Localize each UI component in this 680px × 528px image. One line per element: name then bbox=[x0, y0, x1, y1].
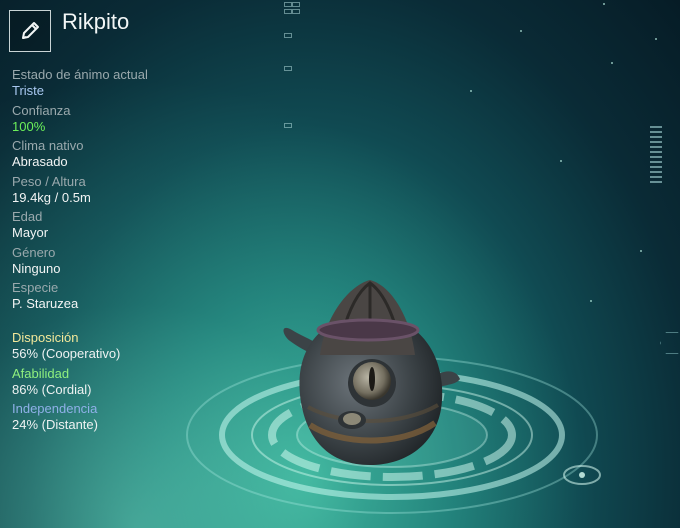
stat-label: Peso / Altura bbox=[12, 173, 86, 189]
stat-label: Estado de ánimo actual bbox=[12, 67, 148, 82]
stat-value: 100% bbox=[12, 118, 46, 134]
creature-traits: Disposición 56% (Cooperativo) Afabilidad… bbox=[12, 330, 242, 437]
trait-value: 24% (Distante) bbox=[12, 417, 98, 432]
trait-label: Independencia bbox=[12, 401, 98, 416]
stat-label: Confianza bbox=[12, 102, 71, 118]
trait-friendliness: Afabilidad 86% (Cordial) bbox=[12, 366, 242, 398]
stat-age: Edad Mayor bbox=[12, 209, 242, 241]
stat-weight-height: Peso / Altura 19.4kg / 0.5m bbox=[12, 174, 242, 206]
creature-stats: Estado de ánimo actual Triste Confianza … bbox=[12, 67, 242, 316]
stat-label: Edad bbox=[12, 209, 43, 224]
stat-value: 19.4kg / 0.5m bbox=[12, 189, 91, 205]
stat-label: Especie bbox=[12, 280, 59, 295]
stat-value: P. Staruzea bbox=[12, 296, 79, 311]
stat-value: Abrasado bbox=[12, 154, 68, 169]
stat-label: Género bbox=[12, 244, 56, 260]
creature-name: Rikpito bbox=[62, 9, 130, 34]
trait-disposition: Disposición 56% (Cooperativo) bbox=[12, 330, 242, 362]
trait-value: 56% (Cooperativo) bbox=[12, 346, 121, 361]
stat-label: Clima nativo bbox=[12, 138, 84, 153]
trait-value: 86% (Cordial) bbox=[12, 381, 92, 397]
stat-species: Especie P. Staruzea bbox=[12, 280, 242, 312]
hud-tick-gauge bbox=[650, 126, 662, 184]
trait-independence: Independencia 24% (Distante) bbox=[12, 401, 242, 433]
stat-value: Mayor bbox=[12, 225, 49, 240]
stat-value: Ninguno bbox=[12, 260, 61, 276]
trait-label: Disposición bbox=[12, 330, 79, 345]
stat-climate: Clima nativo Abrasado bbox=[12, 138, 242, 170]
stat-value: Triste bbox=[12, 83, 45, 98]
stat-mood: Estado de ánimo actual Triste bbox=[12, 67, 242, 99]
edit-name-button[interactable] bbox=[9, 10, 51, 52]
pencil-icon bbox=[22, 22, 39, 39]
stat-trust: Confianza 100% bbox=[12, 103, 242, 135]
trait-label: Afabilidad bbox=[12, 365, 70, 381]
creature-model bbox=[283, 280, 460, 465]
stat-gender: Género Ninguno bbox=[12, 245, 242, 277]
